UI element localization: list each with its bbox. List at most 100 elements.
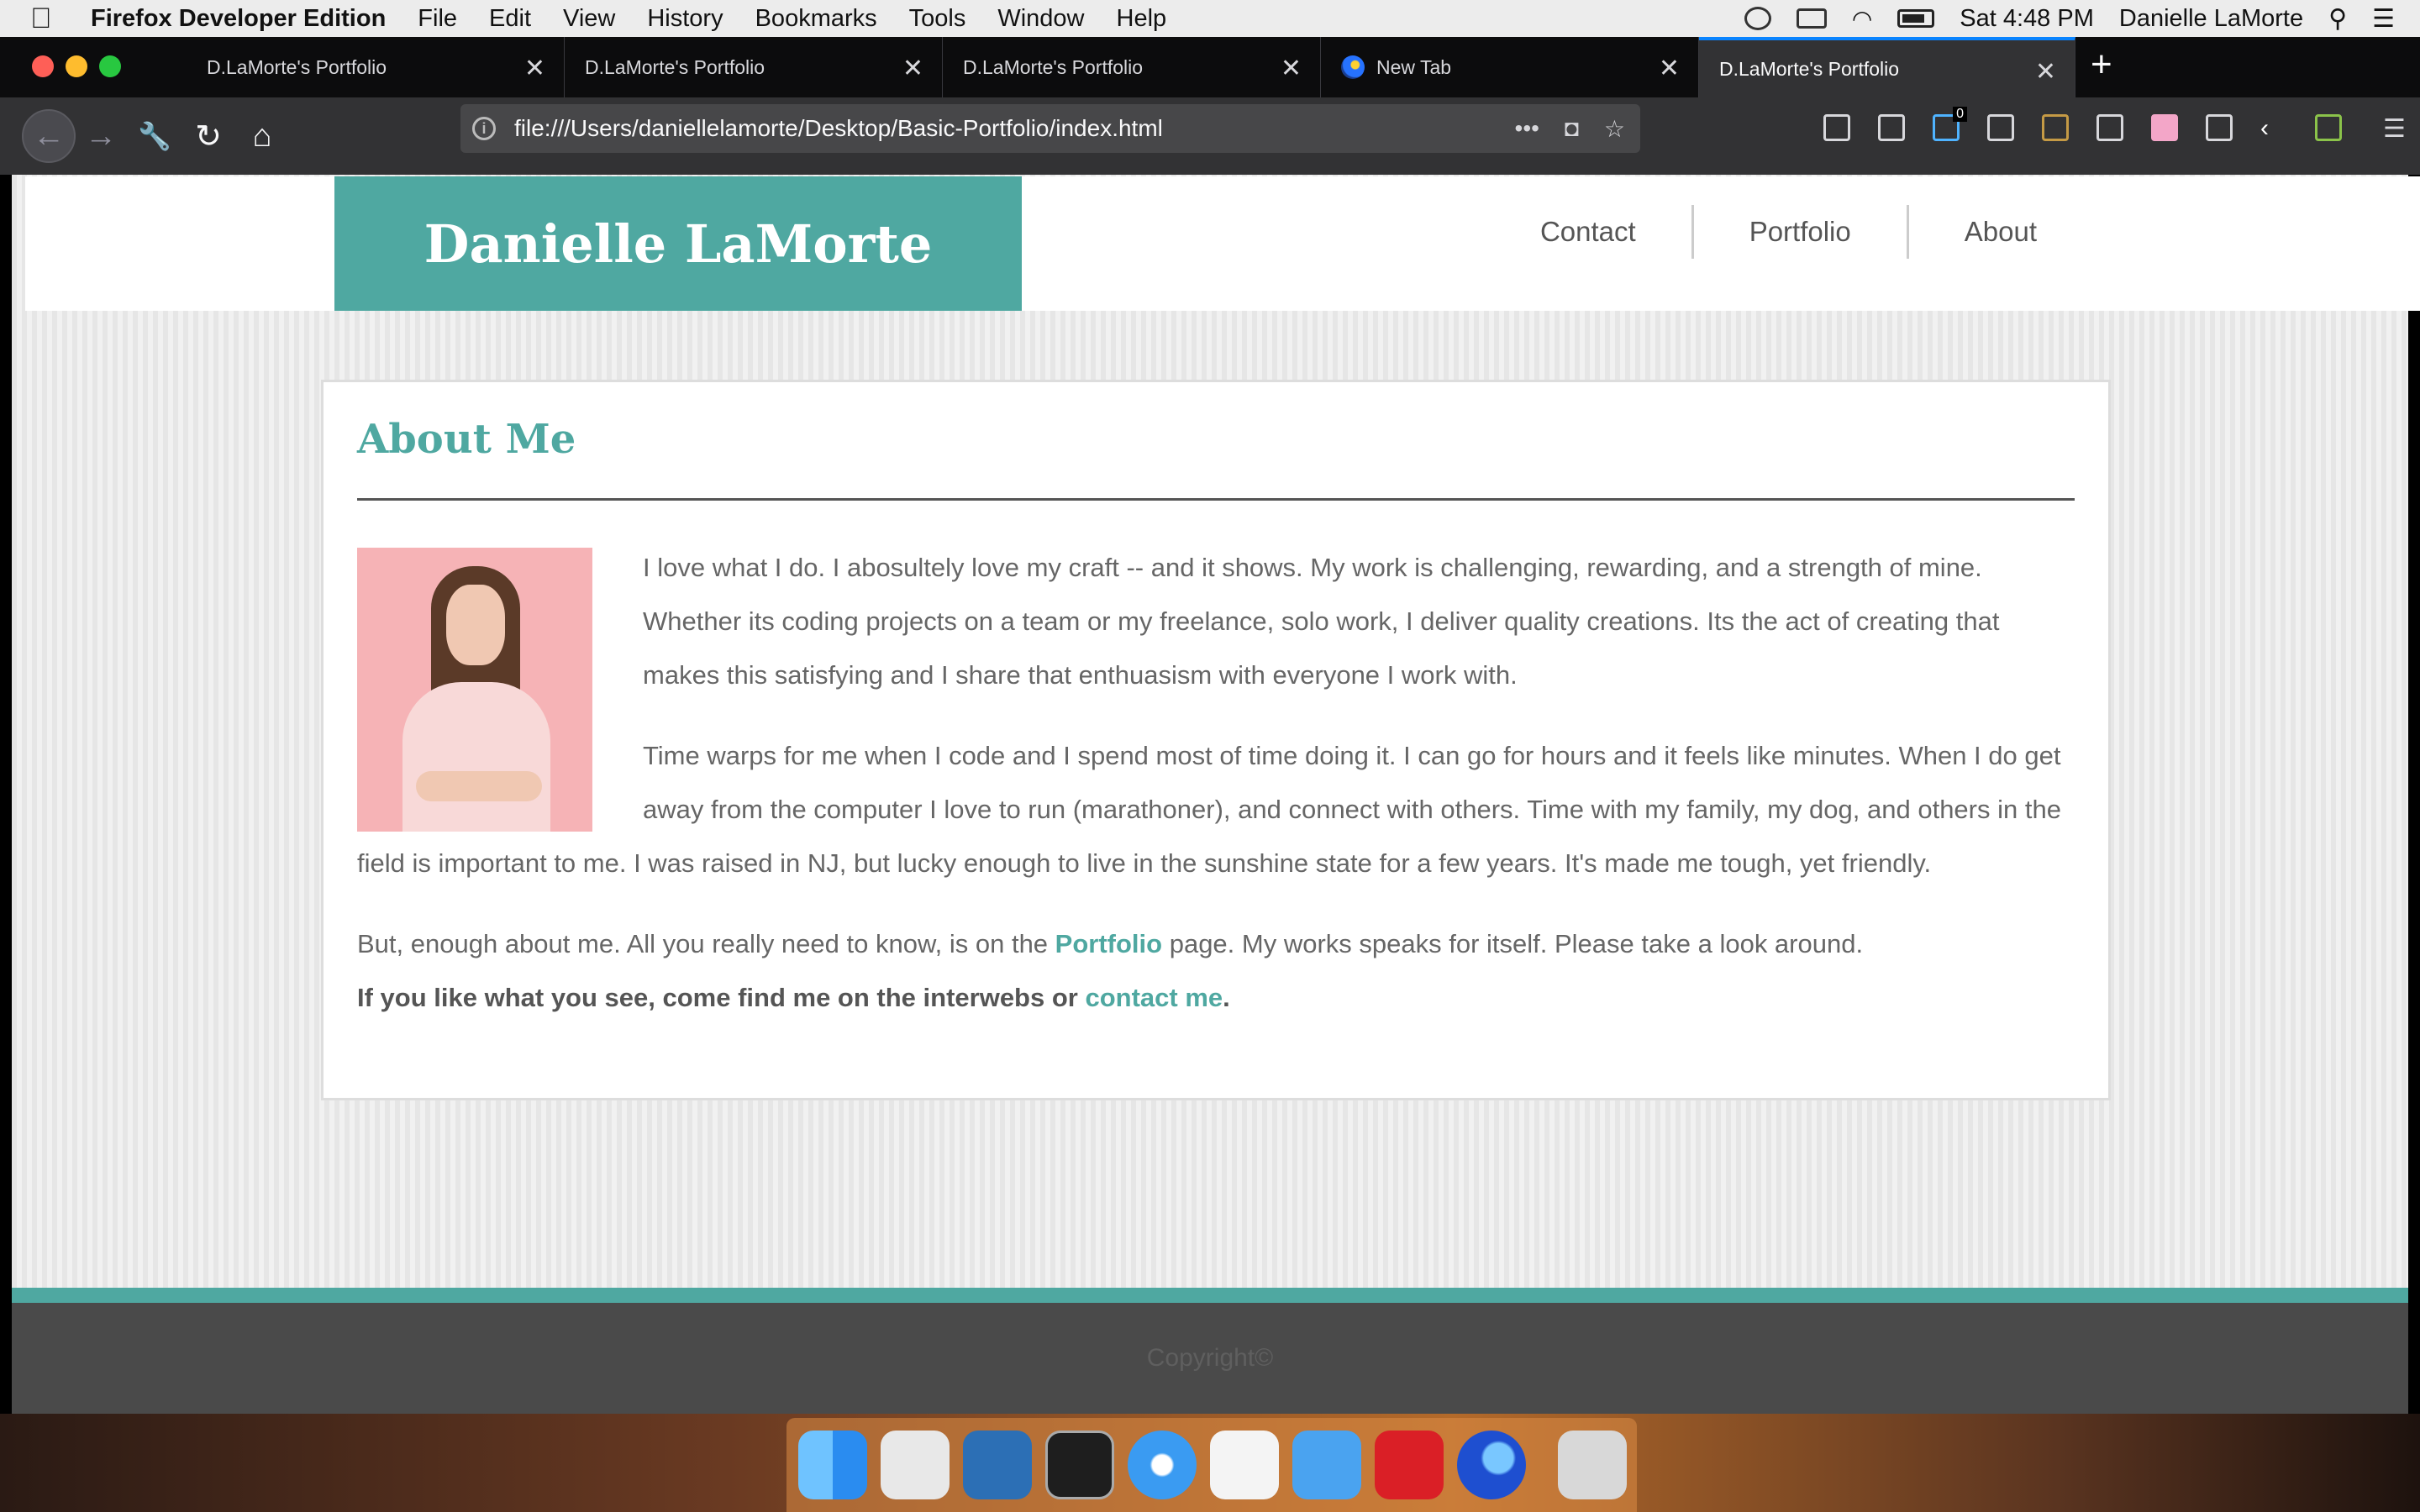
about-paragraph-3: But, enough about me. All you really nee… xyxy=(357,917,2075,971)
portfolio-link[interactable]: Portfolio xyxy=(1055,929,1162,958)
extension-chevron-icon[interactable]: ‹ xyxy=(2260,114,2287,142)
slack-icon[interactable] xyxy=(1210,1431,1279,1499)
menubar-clock[interactable]: Sat 4:48 PM xyxy=(1960,5,2094,33)
about-paragraph-2: Time warps for me when I code and I spen… xyxy=(357,741,2061,878)
xcode-icon[interactable] xyxy=(1292,1431,1361,1499)
window-minimize-button[interactable] xyxy=(66,55,87,77)
extension-x-icon[interactable] xyxy=(2315,114,2342,141)
new-tab-button[interactable]: + xyxy=(2091,44,2112,86)
extension-t-icon[interactable] xyxy=(2096,114,2123,141)
tab-title: D.LaMorte's Portfolio xyxy=(585,55,765,78)
site-nav: Contact Portfolio About xyxy=(1485,205,2092,259)
site-brand-name: Danielle LaMorte xyxy=(424,213,933,275)
menu-window[interactable]: Window xyxy=(997,5,1084,33)
back-button[interactable]: ← xyxy=(22,109,76,163)
macos-menu-bar:  Firefox Developer Edition File Edit Vi… xyxy=(0,0,2420,37)
macos-dock xyxy=(786,1418,1637,1512)
spotlight-search-icon[interactable]: ⚲ xyxy=(2328,4,2347,34)
extension-mask-icon[interactable] xyxy=(2042,114,2069,141)
contact-me-link[interactable]: contact me xyxy=(1085,983,1223,1012)
p3-text-before: But, enough about me. All you really nee… xyxy=(357,929,1055,958)
nav-link-about[interactable]: About xyxy=(1906,205,2092,259)
menu-edit[interactable]: Edit xyxy=(489,5,531,33)
tab-title: D.LaMorte's Portfolio xyxy=(963,55,1144,78)
menu-bookmarks[interactable]: Bookmarks xyxy=(755,5,877,33)
close-tab-icon[interactable]: ✕ xyxy=(524,54,545,83)
page-actions-menu-icon[interactable]: ••• xyxy=(1515,115,1539,143)
p4-period: . xyxy=(1223,983,1230,1012)
menu-app-name[interactable]: Firefox Developer Edition xyxy=(91,5,386,33)
site-footer: Copyright© xyxy=(12,1303,2408,1414)
tab-title: New Tab xyxy=(1376,55,1452,78)
safari-icon[interactable] xyxy=(1128,1431,1197,1499)
tab-title: D.LaMorte's Portfolio xyxy=(1719,57,1900,80)
sidebar-icon[interactable] xyxy=(1878,114,1905,141)
creative-cloud-status-icon[interactable] xyxy=(1744,7,1771,30)
site-header: Danielle LaMorte Contact Portfolio About xyxy=(25,176,2420,311)
menu-help[interactable]: Help xyxy=(1117,5,1167,33)
bookmark-star-icon[interactable]: ☆ xyxy=(1604,115,1625,143)
wifi-icon[interactable]: ◠ xyxy=(1852,5,1872,33)
close-tab-icon[interactable]: ✕ xyxy=(1659,54,1680,83)
menu-history[interactable]: History xyxy=(647,5,723,33)
about-card: About Me I love what I do. I abosultely … xyxy=(321,380,2111,1100)
extension-bird-icon[interactable] xyxy=(1987,114,2014,141)
web-page-viewport: Danielle LaMorte Contact Portfolio About… xyxy=(12,175,2420,1414)
browser-tab[interactable]: New Tab ✕ xyxy=(1321,37,1699,97)
hamburger-menu-icon[interactable]: ☰ xyxy=(2383,114,2410,143)
about-heading: About Me xyxy=(357,416,576,463)
browser-tab[interactable]: D.LaMorte's Portfolio ✕ xyxy=(565,37,943,97)
nav-link-portfolio[interactable]: Portfolio xyxy=(1691,205,1907,259)
footer-copyright: Copyright© xyxy=(1146,1344,1274,1372)
site-brand[interactable]: Danielle LaMorte xyxy=(334,176,1022,311)
site-info-icon[interactable]: i xyxy=(472,117,496,140)
nav-link-contact[interactable]: Contact xyxy=(1485,205,1691,259)
menu-file[interactable]: File xyxy=(418,5,457,33)
finder-icon[interactable] xyxy=(798,1431,867,1499)
apple-icon[interactable]:  xyxy=(30,3,77,35)
notification-center-icon[interactable]: ☰ xyxy=(2372,4,2395,34)
url-text[interactable]: file:///Users/daniellelamorte/Desktop/Ba… xyxy=(514,115,1163,142)
browser-tab[interactable]: D.LaMorte's Portfolio ✕ xyxy=(187,37,565,97)
close-tab-icon[interactable]: ✕ xyxy=(902,54,923,83)
terminal-icon[interactable] xyxy=(1045,1431,1114,1499)
vscode-icon[interactable] xyxy=(963,1431,1032,1499)
developer-tools-wrench-icon[interactable]: 🔧 xyxy=(131,113,178,160)
forward-button[interactable]: → xyxy=(77,113,124,160)
browser-tab[interactable]: D.LaMorte's Portfolio ✕ xyxy=(943,37,1321,97)
profile-photo xyxy=(357,548,592,832)
menubar-user[interactable]: Danielle LaMorte xyxy=(2119,5,2303,33)
menu-tools[interactable]: Tools xyxy=(909,5,966,33)
ghostery-extension-icon[interactable]: 0 xyxy=(1933,107,1967,141)
browser-nav-bar: ← → 🔧 ↻ ⌂ i file:///Users/daniellelamort… xyxy=(0,97,2420,175)
airplay-icon[interactable] xyxy=(1796,8,1827,29)
extension-badge: 0 xyxy=(1953,107,1967,122)
trash-icon[interactable] xyxy=(1558,1431,1627,1499)
firefox-icon xyxy=(1341,55,1365,79)
extension-color-icon[interactable] xyxy=(2151,114,2178,141)
reload-button[interactable]: ↻ xyxy=(185,113,232,160)
about-paragraph-4: If you like what you see, come find me o… xyxy=(357,971,2075,1025)
battery-icon[interactable] xyxy=(1897,9,1935,28)
creative-cloud-icon[interactable] xyxy=(1375,1431,1444,1499)
window-zoom-button[interactable] xyxy=(99,55,121,77)
preview-icon[interactable] xyxy=(881,1431,950,1499)
url-bar[interactable]: i file:///Users/daniellelamorte/Desktop/… xyxy=(460,104,1640,153)
browser-tab-active[interactable]: D.LaMorte's Portfolio ✕ xyxy=(1699,37,2075,97)
library-icon[interactable] xyxy=(1823,114,1850,141)
browser-tab-bar: D.LaMorte's Portfolio ✕ D.LaMorte's Port… xyxy=(0,37,2420,97)
pocket-icon[interactable]: ◘ xyxy=(1565,115,1579,143)
close-tab-icon[interactable]: ✕ xyxy=(2035,57,2056,87)
home-button[interactable]: ⌂ xyxy=(239,113,286,160)
window-close-button[interactable] xyxy=(32,55,54,77)
tab-title: D.LaMorte's Portfolio xyxy=(207,55,387,78)
extension-inspect-icon[interactable] xyxy=(2206,114,2233,141)
about-paragraph-1: I love what I do. I abosultely love my c… xyxy=(643,553,2000,690)
p3-text-after: page. My works speaks for itself. Please… xyxy=(1162,929,1864,958)
close-tab-icon[interactable]: ✕ xyxy=(1281,54,1302,83)
p4-text: If you like what you see, come find me o… xyxy=(357,983,1086,1012)
footer-accent-bar xyxy=(12,1288,2408,1303)
heading-divider xyxy=(357,498,2075,501)
firefox-dev-icon[interactable] xyxy=(1457,1431,1526,1499)
menu-view[interactable]: View xyxy=(563,5,615,33)
